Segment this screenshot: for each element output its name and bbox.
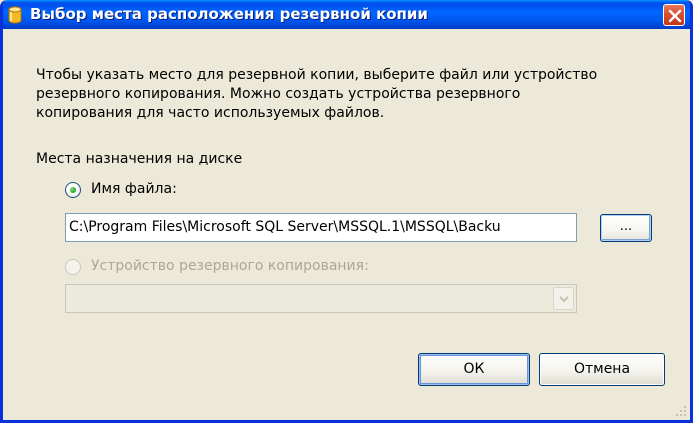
ok-button[interactable]: ОК <box>418 353 530 386</box>
backup-device-dropdown[interactable] <box>65 284 577 313</box>
description-text: Чтобы указать место для резервной копии,… <box>36 66 676 123</box>
database-icon <box>8 6 22 24</box>
close-icon <box>668 9 682 23</box>
radio-selected-dot <box>70 187 76 193</box>
description-line: резервного копирования. Можно создать ус… <box>36 86 521 102</box>
close-button[interactable] <box>663 4 685 26</box>
file-name-radio-label[interactable]: Имя файла: <box>91 181 177 197</box>
description-line: копирования для часто используемых файло… <box>36 105 385 121</box>
cancel-button[interactable]: Отмена <box>539 353 665 386</box>
title-bar[interactable]: Выбор места расположения резервной копии <box>3 0 690 29</box>
file-path-input[interactable]: C:\Program Files\Microsoft SQL Server\MS… <box>65 213 577 242</box>
browse-button[interactable]: ... <box>600 214 652 242</box>
description-line: Чтобы указать место для резервной копии,… <box>36 67 598 83</box>
dialog-window: Выбор места расположения резервной копии… <box>0 0 693 423</box>
dropdown-arrow-button[interactable] <box>553 287 574 310</box>
backup-device-radio-label[interactable]: Устройство резервного копирования: <box>91 258 369 274</box>
window-title: Выбор места расположения резервной копии <box>30 5 428 23</box>
file-name-radio[interactable] <box>65 182 81 198</box>
backup-device-radio[interactable] <box>65 259 81 275</box>
resize-grip-icon[interactable] <box>675 405 687 417</box>
chevron-down-icon <box>559 296 569 303</box>
destination-section-label: Места назначения на диске <box>36 151 243 167</box>
